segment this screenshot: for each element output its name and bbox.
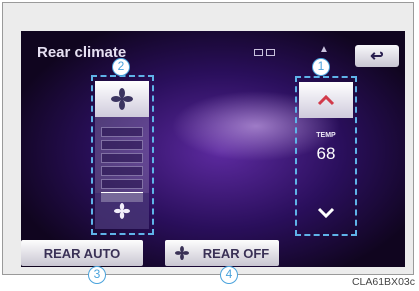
temp-highlight-box xyxy=(295,76,357,236)
fan-highlight-box xyxy=(91,75,154,235)
signal-icon: ▲ xyxy=(319,44,329,55)
fan-icon xyxy=(174,246,189,260)
callout-1: 1 xyxy=(312,58,330,76)
rear-off-label: REAR OFF xyxy=(202,245,270,261)
rear-auto-label: REAR AUTO xyxy=(43,245,121,261)
back-button[interactable]: ↩ xyxy=(355,45,399,67)
figure-code: CLA61BX03c xyxy=(351,276,415,288)
screen-title: Rear climate xyxy=(37,44,127,61)
callout-4: 4 xyxy=(220,266,238,284)
rear-auto-button[interactable]: REAR AUTO xyxy=(21,240,143,266)
rear-off-button[interactable]: REAR OFF xyxy=(165,240,279,266)
status-indicator xyxy=(254,49,263,56)
callout-3: 3 xyxy=(88,266,106,284)
status-indicator xyxy=(266,49,275,56)
callout-2: 2 xyxy=(112,58,130,76)
back-icon: ↩ xyxy=(370,48,384,65)
